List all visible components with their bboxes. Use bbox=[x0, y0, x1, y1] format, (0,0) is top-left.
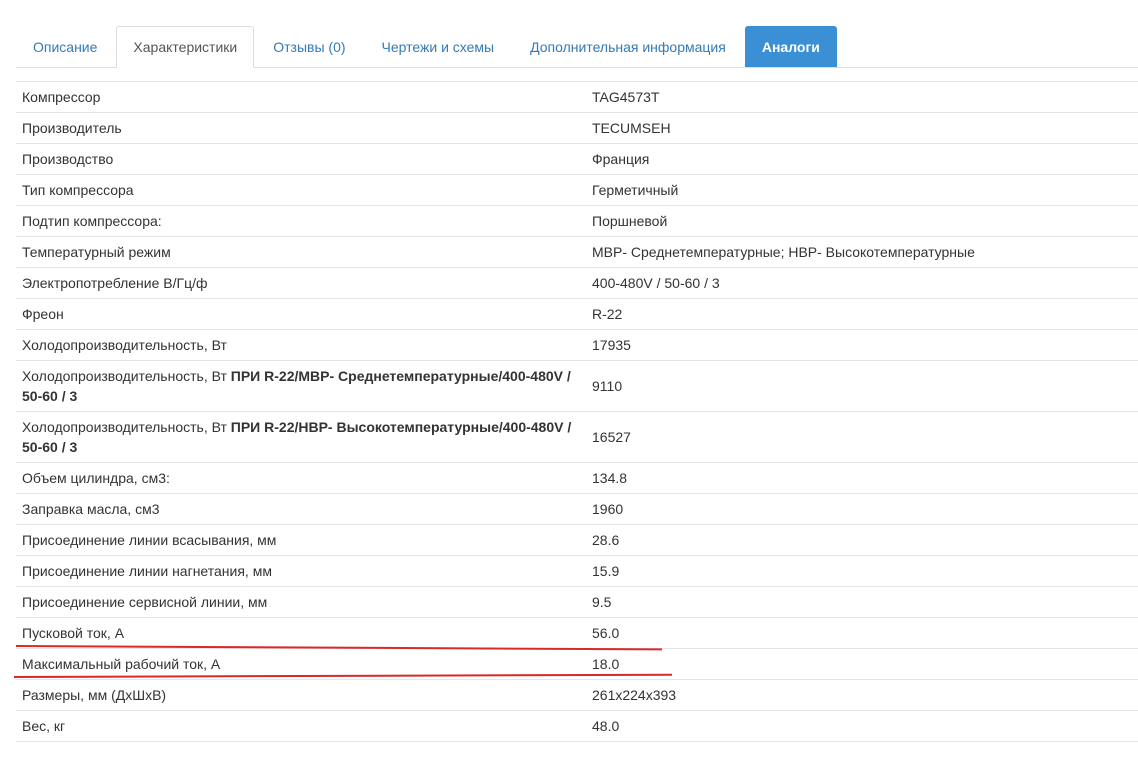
spec-row: Холодопроизводительность, Вт ПРИ R-22/НВ… bbox=[16, 411, 1138, 463]
spec-value: Поршневой bbox=[586, 205, 1138, 237]
spec-value: 15.9 bbox=[586, 555, 1138, 587]
spec-value: 9110 bbox=[586, 360, 1138, 412]
spec-row: Размеры, мм (ДхШхВ) 261x224x393 bbox=[16, 679, 1138, 711]
spec-row: Фреон R-22 bbox=[16, 298, 1138, 330]
tab-description[interactable]: Описание bbox=[16, 26, 114, 67]
spec-label: Присоединение линии нагнетания, мм bbox=[16, 555, 586, 587]
spec-label: Производство bbox=[16, 143, 586, 175]
spec-value: 17935 bbox=[586, 329, 1138, 361]
spec-label: Холодопроизводительность, Вт bbox=[22, 419, 227, 435]
spec-value: МВР- Среднетемпературные; НВР- Высокотем… bbox=[586, 236, 1138, 268]
spec-value: 56.0 bbox=[586, 617, 1138, 649]
spec-label: Электропотребление В/Гц/ф bbox=[16, 267, 586, 299]
spec-label-with-condition: Холодопроизводительность, Вт ПРИ R-22/МВ… bbox=[16, 360, 586, 412]
spec-row: Присоединение линии всасывания, мм 28.6 bbox=[16, 524, 1138, 556]
spec-label: Подтип компрессора: bbox=[16, 205, 586, 237]
specifications-table: Компрессор TAG4573T Производитель TECUMSEH… bbox=[16, 81, 1138, 742]
spec-row: Пусковой ток, А 56.0 bbox=[16, 617, 1138, 649]
spec-label: Производитель bbox=[16, 112, 586, 144]
spec-label: Фреон bbox=[16, 298, 586, 330]
tab-specifications[interactable]: Характеристики bbox=[116, 26, 255, 68]
spec-row: Вес, кг 48.0 bbox=[16, 710, 1138, 742]
spec-row: Производитель TECUMSEH bbox=[16, 112, 1138, 144]
tab-analogs[interactable]: Аналоги bbox=[744, 26, 837, 67]
spec-row: Холодопроизводительность, Вт ПРИ R-22/МВ… bbox=[16, 360, 1138, 412]
spec-label: Заправка масла, см3 bbox=[16, 493, 586, 525]
spec-value: R-22 bbox=[586, 298, 1138, 330]
spec-value: TECUMSEH bbox=[586, 112, 1138, 144]
spec-value: 400-480V / 50-60 / 3 bbox=[586, 267, 1138, 299]
tab-reviews[interactable]: Отзывы (0) bbox=[256, 26, 362, 67]
spec-row: Компрессор TAG4573T bbox=[16, 81, 1138, 113]
spec-value: Герметичный bbox=[586, 174, 1138, 206]
spec-label: Холодопроизводительность, Вт bbox=[16, 329, 586, 361]
spec-label-with-condition: Холодопроизводительность, Вт ПРИ R-22/НВ… bbox=[16, 411, 586, 463]
spec-value: Франция bbox=[586, 143, 1138, 175]
spec-label: Компрессор bbox=[16, 81, 586, 113]
spec-value: 261x224x393 bbox=[586, 679, 1138, 711]
spec-row: Тип компрессора Герметичный bbox=[16, 174, 1138, 206]
spec-value: 16527 bbox=[586, 411, 1138, 463]
spec-value: 48.0 bbox=[586, 710, 1138, 742]
spec-label: Холодопроизводительность, Вт bbox=[22, 368, 227, 384]
spec-value: 28.6 bbox=[586, 524, 1138, 556]
spec-row: Производство Франция bbox=[16, 143, 1138, 175]
tab-bar: Описание Характеристики Отзывы (0) Черте… bbox=[16, 25, 1138, 68]
spec-label: Объем цилиндра, см3: bbox=[16, 462, 586, 494]
spec-value: 1960 bbox=[586, 493, 1138, 525]
spec-row: Температурный режим МВР- Среднетемператур… bbox=[16, 236, 1138, 268]
spec-label: Вес, кг bbox=[16, 710, 586, 742]
spec-row: Электропотребление В/Гц/ф 400-480V / 50-6… bbox=[16, 267, 1138, 299]
spec-label: Присоединение линии всасывания, мм bbox=[16, 524, 586, 556]
spec-value: 9.5 bbox=[586, 586, 1138, 618]
spec-row: Объем цилиндра, см3: 134.8 bbox=[16, 462, 1138, 494]
spec-label: Тип компрессора bbox=[16, 174, 586, 206]
spec-row: Подтип компрессора: Поршневой bbox=[16, 205, 1138, 237]
spec-label: Пусковой ток, А bbox=[16, 617, 586, 649]
spec-value: 134.8 bbox=[586, 462, 1138, 494]
spec-value: TAG4573T bbox=[586, 81, 1138, 113]
spec-row: Заправка масла, см3 1960 bbox=[16, 493, 1138, 525]
spec-label: Размеры, мм (ДхШхВ) bbox=[16, 679, 586, 711]
spec-row: Присоединение линии нагнетания, мм 15.9 bbox=[16, 555, 1138, 587]
spec-label: Температурный режим bbox=[16, 236, 586, 268]
tab-drawings[interactable]: Чертежи и схемы bbox=[365, 26, 512, 67]
spec-row: Холодопроизводительность, Вт 17935 bbox=[16, 329, 1138, 361]
tab-additional-info[interactable]: Дополнительная информация bbox=[513, 26, 743, 67]
spec-row: Присоединение сервисной линии, мм 9.5 bbox=[16, 586, 1138, 618]
spec-label: Присоединение сервисной линии, мм bbox=[16, 586, 586, 618]
